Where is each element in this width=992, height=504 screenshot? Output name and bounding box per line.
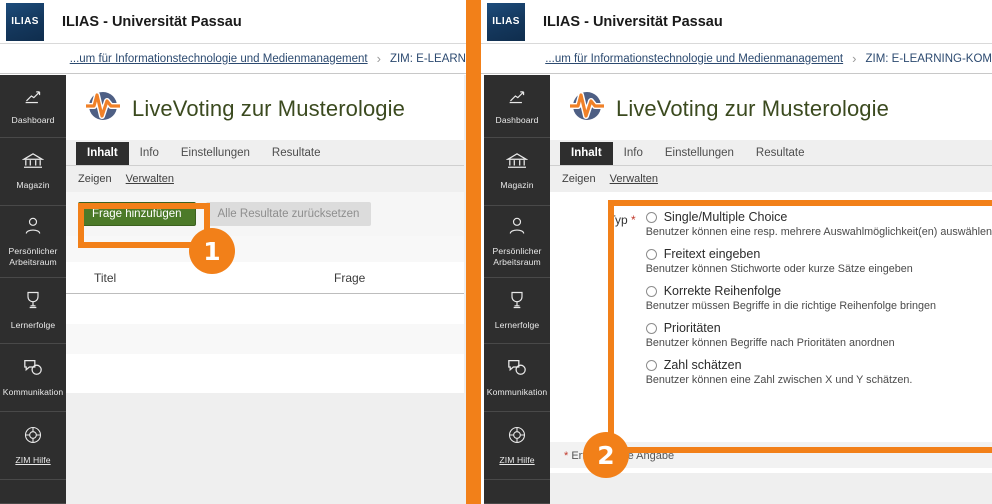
- tab-resultate-right[interactable]: Resultate: [745, 142, 816, 165]
- subtab-bar: Zeigen Verwalten: [66, 166, 464, 192]
- tab-info[interactable]: Info: [129, 142, 170, 165]
- column-header-titel[interactable]: Titel: [66, 271, 334, 285]
- left-topbar: ILIAS ILIAS - Universität Passau: [0, 0, 466, 44]
- sidebar-item-magazin-right[interactable]: Magazin: [484, 138, 550, 206]
- tab-bar: Inhalt Info Einstellungen Resultate: [66, 140, 464, 166]
- breadcrumb-item-2[interactable]: ZIM: E-LEARN: [390, 53, 466, 65]
- page-title-right: LiveVoting zur Musterologie: [616, 95, 889, 121]
- sidebar-item-kommunikation[interactable]: Kommunikation: [0, 344, 66, 412]
- tab-einstellungen-right[interactable]: Einstellungen: [654, 142, 745, 165]
- questions-table: Titel Frage: [66, 236, 464, 354]
- sidebar-label-personal-workspace-2: Arbeitsraum: [9, 256, 57, 267]
- breadcrumb-item-2-right[interactable]: ZIM: E-LEARNING-KOM: [865, 53, 992, 65]
- subtab-verwalten[interactable]: Verwalten: [126, 173, 174, 185]
- sidebar-label-personal-workspace-1: Persönlicher: [8, 246, 58, 256]
- sidebar-item-lernerfolge-right[interactable]: Lernerfolge: [484, 278, 550, 344]
- breadcrumb-right: ...um für Informationstechnologie und Me…: [545, 51, 992, 66]
- bank-icon: [21, 152, 45, 175]
- breadcrumb-item-1[interactable]: ...um für Informationstechnologie und Me…: [70, 53, 368, 65]
- app-title: ILIAS - Universität Passau: [62, 13, 242, 30]
- left-content-area: LiveVoting zur Musterologie Inhalt Info …: [66, 75, 466, 504]
- subtab-zeigen-right[interactable]: Zeigen: [562, 173, 596, 185]
- sidebar-label-zim-hilfe-right: ZIM Hilfe: [499, 455, 535, 466]
- sidebar-item-personal-workspace-right[interactable]: Persönlicher Arbeitsraum: [484, 206, 550, 278]
- sidebar-label-lernerfolge: Lernerfolge: [10, 320, 56, 331]
- tab-info-right[interactable]: Info: [613, 142, 654, 165]
- page-header: LiveVoting zur Musterologie: [66, 75, 464, 140]
- sidebar-label-kommunikation: Kommunikation: [2, 387, 64, 398]
- sidebar-item-dashboard-right[interactable]: Dashboard: [484, 75, 550, 138]
- sidebar-label-dashboard-right: Dashboard: [495, 114, 539, 125]
- annotation-badge-1: 1: [189, 228, 235, 274]
- table-footer: [66, 324, 464, 354]
- subtab-bar-right: Zeigen Verwalten: [550, 166, 992, 192]
- screenshot-stage: ILIAS ILIAS - Universität Passau ...um f…: [0, 0, 992, 504]
- sidebar-item-dashboard[interactable]: Dashboard: [0, 75, 66, 138]
- highlight-box-2: [608, 200, 992, 453]
- left-breadcrumb-bar: ...um für Informationstechnologie und Me…: [0, 44, 466, 74]
- trophy-icon: [23, 290, 43, 315]
- sidebar-label-zim-hilfe: ZIM Hilfe: [15, 455, 51, 466]
- bank-icon: [505, 152, 529, 175]
- sidebar-label-magazin-right: Magazin: [500, 180, 534, 191]
- table-header-row: Titel Frage: [66, 262, 464, 294]
- breadcrumb-separator-icon: ›: [376, 51, 381, 66]
- dashboard-icon: [507, 87, 527, 110]
- column-header-frage[interactable]: Frage: [334, 271, 365, 285]
- tab-einstellungen[interactable]: Einstellungen: [170, 142, 261, 165]
- sidebar-item-magazin[interactable]: Magazin: [0, 138, 66, 206]
- tab-inhalt-right[interactable]: Inhalt: [560, 142, 613, 165]
- page-title: LiveVoting zur Musterologie: [132, 95, 405, 121]
- sidebar-item-zim-hilfe[interactable]: ZIM Hilfe: [0, 412, 66, 480]
- trophy-icon: [507, 290, 527, 315]
- right-breadcrumb-bar: ...um für Informationstechnologie und Me…: [481, 44, 992, 74]
- right-panel: ILIAS ILIAS - Universität Passau ...um f…: [481, 0, 992, 504]
- left-sidebar: Dashboard Magazin Persönlicher Arbeitsra…: [0, 75, 66, 504]
- breadcrumb-item-1-right[interactable]: ...um für Informationstechnologie und Me…: [545, 53, 843, 65]
- reset-results-button[interactable]: Alle Resultate zurücksetzen: [205, 202, 372, 226]
- right-sidebar: Dashboard Magazin Persönlicher Arbeitsra…: [484, 75, 550, 504]
- livevoting-pulse-icon: [86, 89, 120, 128]
- table-row: [66, 294, 464, 324]
- chat-icon: [506, 357, 528, 382]
- annotation-badge-2: 2: [583, 432, 629, 478]
- required-note-star: *: [564, 450, 569, 462]
- sidebar-label-kommunikation-right: Kommunikation: [486, 387, 548, 398]
- chat-icon: [22, 357, 44, 382]
- lifering-icon: [23, 425, 43, 450]
- tab-resultate[interactable]: Resultate: [261, 142, 332, 165]
- panel-divider: [466, 0, 481, 504]
- lifering-icon: [507, 425, 527, 450]
- sidebar-label-personal-workspace-1-right: Persönlicher: [492, 246, 542, 256]
- sidebar-item-extra: [0, 480, 66, 504]
- tab-bar-right: Inhalt Info Einstellungen Resultate: [550, 140, 992, 166]
- breadcrumb-separator-icon-right: ›: [852, 51, 857, 66]
- tab-inhalt[interactable]: Inhalt: [76, 142, 129, 165]
- sidebar-item-extra-right: [484, 480, 550, 504]
- sidebar-item-personal-workspace[interactable]: Persönlicher Arbeitsraum: [0, 206, 66, 278]
- sidebar-item-zim-hilfe-right[interactable]: ZIM Hilfe: [484, 412, 550, 480]
- sidebar-item-kommunikation-right[interactable]: Kommunikation: [484, 344, 550, 412]
- livevoting-pulse-icon: [570, 89, 604, 128]
- right-topbar: ILIAS ILIAS - Universität Passau: [481, 0, 992, 44]
- left-panel: ILIAS ILIAS - Universität Passau ...um f…: [0, 0, 466, 504]
- dashboard-icon: [23, 87, 43, 110]
- person-icon: [23, 216, 43, 241]
- ilias-logo-right[interactable]: ILIAS: [487, 2, 525, 41]
- sidebar-label-magazin: Magazin: [16, 180, 50, 191]
- sidebar-label-lernerfolge-right: Lernerfolge: [494, 320, 540, 331]
- person-icon: [507, 216, 527, 241]
- subtab-verwalten-right[interactable]: Verwalten: [610, 173, 658, 185]
- app-title-right: ILIAS - Universität Passau: [543, 13, 723, 30]
- sidebar-label-dashboard: Dashboard: [11, 114, 55, 125]
- sidebar-item-lernerfolge[interactable]: Lernerfolge: [0, 278, 66, 344]
- ilias-logo[interactable]: ILIAS: [6, 2, 44, 41]
- page-header-right: LiveVoting zur Musterologie: [550, 75, 992, 140]
- subtab-zeigen[interactable]: Zeigen: [78, 173, 112, 185]
- breadcrumb: ...um für Informationstechnologie und Me…: [70, 51, 466, 66]
- sidebar-label-personal-workspace-2-right: Arbeitsraum: [493, 256, 541, 267]
